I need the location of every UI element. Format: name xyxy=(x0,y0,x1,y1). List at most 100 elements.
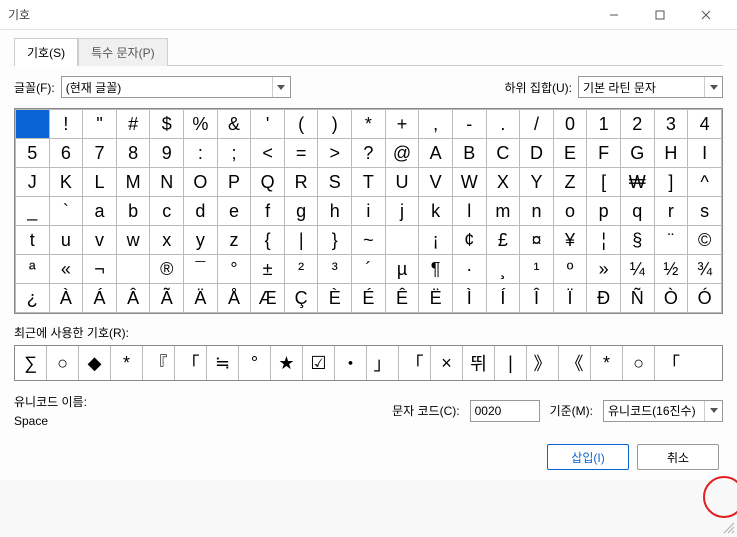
char-cell[interactable]: l xyxy=(452,197,486,226)
char-cell[interactable]: E xyxy=(553,139,587,168)
char-cell[interactable]: Ò xyxy=(654,284,688,313)
recent-char-cell[interactable]: ★ xyxy=(271,346,303,380)
char-cell[interactable]: ­ xyxy=(116,255,150,284)
char-cell[interactable]: } xyxy=(318,226,352,255)
char-cell[interactable]: { xyxy=(251,226,285,255)
char-cell[interactable]: Ð xyxy=(587,284,621,313)
char-cell[interactable]: L xyxy=(83,168,117,197)
char-cell[interactable]: Ç xyxy=(284,284,318,313)
char-cell[interactable]: ^ xyxy=(688,168,722,197)
char-cell[interactable]: & xyxy=(217,110,251,139)
char-cell[interactable]: u xyxy=(49,226,83,255)
char-cell[interactable]: Æ xyxy=(251,284,285,313)
char-cell[interactable]: _ xyxy=(16,197,50,226)
char-cell[interactable]: £ xyxy=(486,226,520,255)
char-cell[interactable]: À xyxy=(49,284,83,313)
insert-button[interactable]: 삽입(I) xyxy=(547,444,629,470)
char-cell[interactable]: | xyxy=(284,226,318,255)
recent-char-cell[interactable]: ◆ xyxy=(79,346,111,380)
char-cell[interactable]: j xyxy=(385,197,419,226)
char-cell[interactable]: Y xyxy=(520,168,554,197)
char-cell[interactable]: Î xyxy=(520,284,554,313)
char-cell[interactable]: ½ xyxy=(654,255,688,284)
char-cell[interactable]: ¬ xyxy=(83,255,117,284)
char-cell[interactable]: t xyxy=(16,226,50,255)
char-cell[interactable]: Z xyxy=(553,168,587,197)
char-cell[interactable]: q xyxy=(620,197,654,226)
char-cell[interactable]: T xyxy=(352,168,386,197)
char-cell[interactable]: " xyxy=(83,110,117,139)
recent-char-cell[interactable]: * xyxy=(591,346,623,380)
char-cell[interactable]: ¾ xyxy=(688,255,722,284)
char-cell[interactable]: W xyxy=(452,168,486,197)
char-cell[interactable]: Å xyxy=(217,284,251,313)
char-cell[interactable]: b xyxy=(116,197,150,226)
char-cell[interactable]: » xyxy=(587,255,621,284)
char-cell[interactable]: ¦ xyxy=(587,226,621,255)
char-cell[interactable]: s xyxy=(688,197,722,226)
char-cell[interactable]: I xyxy=(688,139,722,168)
char-cell[interactable]: = xyxy=(284,139,318,168)
char-cell[interactable]: Ó xyxy=(688,284,722,313)
resize-grip[interactable] xyxy=(721,520,735,534)
char-cell[interactable]: m xyxy=(486,197,520,226)
close-button[interactable] xyxy=(683,0,729,30)
char-cell[interactable]: ( xyxy=(284,110,318,139)
char-cell[interactable]: S xyxy=(318,168,352,197)
char-cell[interactable] xyxy=(16,110,50,139)
char-cell[interactable]: ± xyxy=(251,255,285,284)
char-cell[interactable]: U xyxy=(385,168,419,197)
char-cell[interactable]: H xyxy=(654,139,688,168)
char-cell[interactable]: µ xyxy=(385,255,419,284)
char-cell[interactable]: ¢ xyxy=(452,226,486,255)
char-cell[interactable]: N xyxy=(150,168,184,197)
char-cell[interactable]: 4 xyxy=(688,110,722,139)
char-cell[interactable]: 9 xyxy=(150,139,184,168)
tab-special[interactable]: 특수 문자(P) xyxy=(78,38,168,66)
recent-char-cell[interactable]: ○ xyxy=(623,346,655,380)
chevron-down-icon[interactable] xyxy=(704,401,722,421)
char-cell[interactable]: V xyxy=(419,168,453,197)
char-cell[interactable]: ~ xyxy=(352,226,386,255)
char-cell[interactable]: ´ xyxy=(352,255,386,284)
recent-char-cell[interactable]: | xyxy=(495,346,527,380)
recent-char-cell[interactable]: 」 xyxy=(367,346,399,380)
char-cell[interactable]: % xyxy=(184,110,218,139)
char-cell[interactable]: f xyxy=(251,197,285,226)
char-cell[interactable]: ] xyxy=(654,168,688,197)
char-cell[interactable]: É xyxy=(352,284,386,313)
char-cell[interactable]: , xyxy=(419,110,453,139)
char-cell[interactable]: : xyxy=(184,139,218,168)
maximize-button[interactable] xyxy=(637,0,683,30)
recent-char-cell[interactable]: ☑ xyxy=(303,346,335,380)
char-cell[interactable]: ' xyxy=(251,110,285,139)
char-cell[interactable]: ? xyxy=(352,139,386,168)
recent-char-cell[interactable]: 「 xyxy=(655,346,687,380)
char-cell[interactable]: F xyxy=(587,139,621,168)
recent-char-cell[interactable]: 》 xyxy=(527,346,559,380)
char-cell[interactable]: ` xyxy=(49,197,83,226)
char-cell[interactable]: - xyxy=(452,110,486,139)
char-cell[interactable]: ¥ xyxy=(553,226,587,255)
char-cell[interactable]: ¤ xyxy=(520,226,554,255)
char-cell[interactable]: Á xyxy=(83,284,117,313)
recent-char-cell[interactable]: ≒ xyxy=(207,346,239,380)
char-cell[interactable]: d xyxy=(184,197,218,226)
char-cell[interactable]: / xyxy=(520,110,554,139)
tab-symbols[interactable]: 기호(S) xyxy=(14,38,78,66)
char-cell[interactable]: ¨ xyxy=(654,226,688,255)
char-cell[interactable]: z xyxy=(217,226,251,255)
recent-char-cell[interactable]: × xyxy=(431,346,463,380)
char-cell[interactable]: $ xyxy=(150,110,184,139)
char-cell[interactable]: i xyxy=(352,197,386,226)
cancel-button[interactable]: 취소 xyxy=(637,444,719,470)
char-cell[interactable]: w xyxy=(116,226,150,255)
char-cell[interactable]: ¿ xyxy=(16,284,50,313)
char-cell[interactable]: v xyxy=(83,226,117,255)
char-cell[interactable]: ¼ xyxy=(620,255,654,284)
char-cell[interactable]: Ï xyxy=(553,284,587,313)
char-cell[interactable]: J xyxy=(16,168,50,197)
recent-char-cell[interactable]: ∑ xyxy=(15,346,47,380)
recent-char-cell[interactable]: 《 xyxy=(559,346,591,380)
char-cell[interactable]: a xyxy=(83,197,117,226)
